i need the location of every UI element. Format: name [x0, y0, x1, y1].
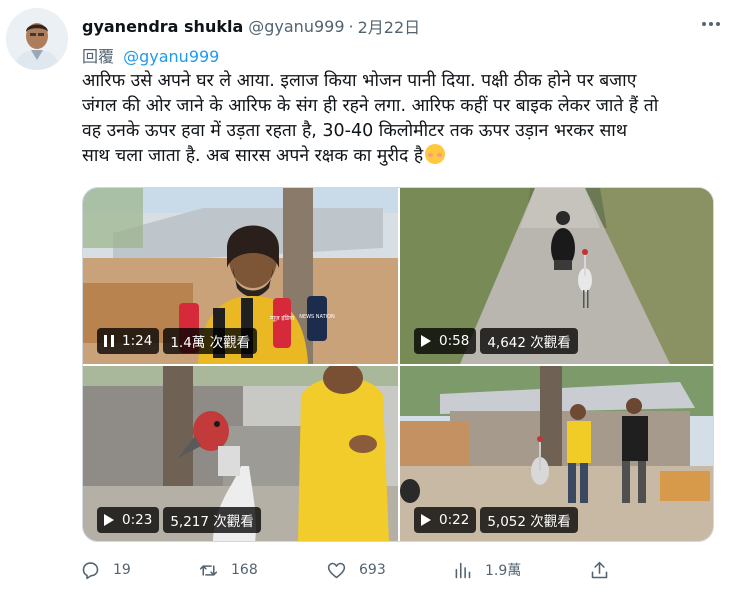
- mic-flag-text-2: NEWS NATION: [299, 314, 335, 320]
- video-4-duration-text: 0:22: [439, 512, 470, 528]
- replying-to-handle[interactable]: @gyanu999: [123, 47, 219, 66]
- author-handle[interactable]: @gyanu999: [248, 17, 344, 36]
- video-2-duration-text: 0:58: [439, 333, 470, 349]
- video-2-overlay: 0:58 4,642 次觀看: [414, 328, 578, 354]
- like-icon: [327, 562, 346, 578]
- tweet-date[interactable]: 2月22日: [358, 14, 421, 38]
- pause-icon: [104, 335, 114, 347]
- like-count: 693: [359, 562, 386, 578]
- reply-button[interactable]: 19: [80, 558, 131, 582]
- media-grid: न्यूज़ इंडिया NEWS NATION 1:24 1.4萬 次觀看: [82, 187, 714, 542]
- video-2-view-count: 4,642 次觀看: [480, 328, 578, 354]
- share-button[interactable]: [589, 558, 622, 582]
- video-3-duration-text: 0:23: [122, 512, 153, 528]
- video-thumbnail-4[interactable]: 0:22 5,052 次觀看: [400, 366, 713, 541]
- play-icon: [421, 335, 431, 347]
- retweet-count: 168: [231, 562, 258, 578]
- video-thumbnail-1[interactable]: न्यूज़ इंडिया NEWS NATION 1:24 1.4萬 次觀看: [83, 188, 398, 364]
- avatar-image: [6, 8, 68, 70]
- video-3-duration[interactable]: 0:23: [97, 507, 160, 533]
- video-3-view-count: 5,217 次觀看: [163, 507, 261, 533]
- views-count: 1.9萬: [485, 563, 522, 579]
- mic-flag-text-1: न्यूज़ इंडिया: [270, 314, 295, 322]
- retweet-button[interactable]: 168: [198, 558, 258, 582]
- video-4-duration[interactable]: 0:22: [414, 507, 477, 533]
- tweet-body: आरिफ उसे अपने घर ले आया. इलाज किया भोजन …: [82, 71, 659, 166]
- video-2-duration[interactable]: 0:58: [414, 328, 477, 354]
- smiling-face-emoji: [425, 144, 446, 164]
- header-separator: ·: [348, 16, 354, 36]
- video-4-overlay: 0:22 5,052 次觀看: [414, 507, 578, 533]
- reply-icon: [82, 561, 99, 579]
- video-1-view-count: 1.4萬 次觀看: [163, 328, 258, 354]
- views-icon: [455, 562, 471, 578]
- play-icon: [104, 514, 114, 526]
- video-1-duration[interactable]: 1:24: [97, 328, 160, 354]
- views-button[interactable]: 1.9萬: [452, 558, 521, 582]
- play-icon: [421, 514, 431, 526]
- share-icon: [591, 561, 608, 578]
- author-name[interactable]: gyanendra shukla: [82, 17, 243, 36]
- retweet-icon: [199, 564, 218, 576]
- tweet-text: आरिफ उसे अपने घर ले आया. इलाज किया भोजन …: [82, 69, 718, 169]
- replying-to: 回覆 @gyanu999: [82, 43, 219, 67]
- like-button[interactable]: 693: [326, 558, 386, 582]
- video-thumbnail-3[interactable]: 0:23 5,217 次觀看: [83, 366, 398, 541]
- video-1-duration-text: 1:24: [122, 333, 153, 349]
- more-options-button[interactable]: [696, 14, 726, 34]
- video-3-overlay: 0:23 5,217 次觀看: [97, 507, 261, 533]
- reply-count: 19: [113, 562, 131, 578]
- tweet-header: gyanendra shukla @gyanu999 · 2月22日: [82, 14, 420, 38]
- avatar[interactable]: [6, 8, 68, 70]
- video-4-view-count: 5,052 次觀看: [480, 507, 578, 533]
- video-thumbnail-2[interactable]: 0:58 4,642 次觀看: [400, 188, 713, 364]
- video-1-overlay: 1:24 1.4萬 次觀看: [97, 328, 258, 354]
- replying-to-label: 回覆: [82, 47, 115, 66]
- tweet-actions: 19 168 693 1.9萬: [80, 558, 620, 582]
- more-icon: [701, 22, 722, 26]
